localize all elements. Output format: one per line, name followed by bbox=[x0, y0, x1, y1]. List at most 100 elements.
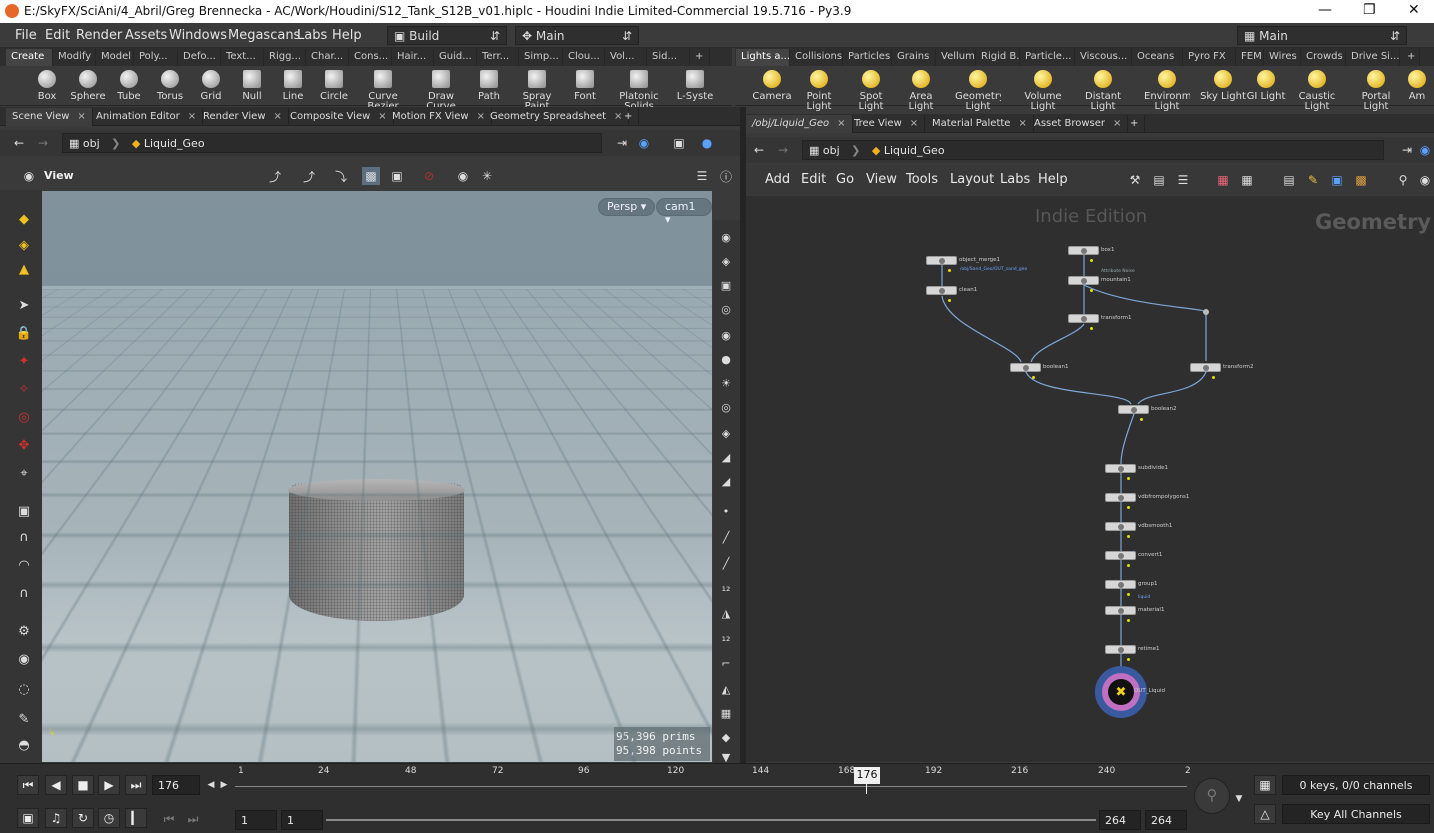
end-frame-field[interactable]: 264 bbox=[1099, 810, 1141, 830]
add-tab-icon[interactable]: + bbox=[1124, 115, 1145, 133]
shelf-tab-right-1[interactable]: Collisions bbox=[790, 49, 843, 66]
point-light-tool[interactable]: Point Light bbox=[796, 68, 842, 112]
minimize-icon[interactable]: — bbox=[1318, 2, 1332, 18]
left-tab-1[interactable]: Animation Editor × bbox=[90, 108, 203, 126]
viewer-option-icon-12[interactable]: ╱ bbox=[716, 526, 736, 548]
platonic-solids-tool[interactable]: Platonic Solids bbox=[616, 68, 662, 112]
right-tab-0[interactable]: /obj/Liquid_Geo × bbox=[746, 115, 853, 133]
range-end-icon[interactable]: ⏭ bbox=[184, 810, 202, 828]
dome-icon[interactable]: ◓ bbox=[12, 734, 36, 756]
no-entry-icon[interactable]: ⊘ bbox=[420, 167, 438, 185]
l-system-tool[interactable]: L-Syste bbox=[672, 68, 718, 102]
close-tab-icon[interactable]: × bbox=[1018, 118, 1026, 129]
gear-icon[interactable]: ⚙ bbox=[12, 620, 36, 642]
shelf-tab-11[interactable]: Terr... bbox=[477, 49, 519, 66]
close-tab-icon[interactable]: × bbox=[910, 118, 918, 129]
node-clean1[interactable] bbox=[926, 286, 957, 295]
viewer-option-icon-13[interactable]: ╱ bbox=[716, 552, 736, 574]
node-boolean1[interactable] bbox=[1010, 363, 1041, 372]
menu-labs[interactable]: Labs bbox=[297, 28, 327, 43]
box-icon[interactable]: ▩ bbox=[1352, 171, 1370, 189]
right-tab-1[interactable]: Tree View × bbox=[848, 115, 925, 133]
close-icon[interactable]: ✕ bbox=[1408, 2, 1420, 18]
viewer-option-icon-10[interactable]: ◢ bbox=[716, 470, 736, 492]
breadcrumb-obj[interactable]: obj bbox=[83, 137, 100, 150]
shelf-tab-right-8[interactable]: Oceans bbox=[1132, 49, 1183, 66]
environment-light-tool[interactable]: Environment Light bbox=[1144, 68, 1190, 112]
select-arrow-icon[interactable]: ➤ bbox=[12, 294, 36, 316]
network-menu-view[interactable]: View bbox=[866, 172, 897, 187]
cube-icon[interactable]: ▣ bbox=[670, 134, 688, 152]
viewer-option-icon-7[interactable]: ◎ bbox=[716, 396, 736, 418]
left-tab-5[interactable]: Geometry Spreadsheet × bbox=[484, 108, 629, 126]
shelf-tab-6[interactable]: Rigg... bbox=[264, 49, 306, 66]
shelf-tab-right-13[interactable]: Drive Si... bbox=[1346, 49, 1400, 66]
yellow-cube-icon[interactable]: ▲ bbox=[12, 258, 36, 280]
camera-button[interactable]: cam1 ▾ bbox=[656, 198, 712, 216]
snap-icon[interactable]: ⤴ bbox=[266, 167, 284, 185]
viewer-option-icon-14[interactable]: ₁₂ bbox=[716, 576, 736, 598]
draw-curve-tool[interactable]: Draw Curve bbox=[418, 68, 464, 112]
transform-mode-icon[interactable]: ⤵ bbox=[332, 167, 350, 185]
viewer-option-icon-1[interactable]: ◈ bbox=[716, 250, 736, 272]
viewer-option-icon-17[interactable]: ⌐ bbox=[716, 652, 736, 674]
ambient-light-tool[interactable]: Am bbox=[1400, 68, 1434, 102]
pan-icon[interactable]: ◌ bbox=[12, 678, 36, 700]
magnet-icon[interactable]: ∩ bbox=[12, 582, 36, 604]
handle-icon[interactable]: ◎ bbox=[12, 406, 36, 428]
brush-icon[interactable]: ◆ bbox=[12, 208, 36, 230]
grid-icon[interactable]: ▦ bbox=[1238, 171, 1256, 189]
viewer-option-icon-9[interactable]: ◢ bbox=[716, 446, 736, 468]
range-slider[interactable] bbox=[326, 819, 1096, 821]
view-icon[interactable]: ⌖ bbox=[12, 462, 36, 484]
box-tool[interactable]: Box bbox=[24, 68, 70, 102]
shelf-tab-1[interactable]: Modify bbox=[53, 49, 96, 66]
volume-light-tool[interactable]: Volume Light bbox=[1020, 68, 1066, 112]
link-icon[interactable]: ◉ bbox=[635, 134, 653, 152]
key-icon[interactable]: ⚲ bbox=[1194, 778, 1230, 814]
left-tab-3[interactable]: Composite View × bbox=[284, 108, 394, 126]
view-menu-icon[interactable]: ◉ bbox=[20, 167, 38, 185]
shelf-tab-right-4[interactable]: Vellum bbox=[936, 49, 976, 66]
network-breadcrumb[interactable]: ▦ obj ❯ ◆ Liquid_Geo bbox=[802, 140, 1384, 160]
shelf-tab-right-6[interactable]: Particle... bbox=[1020, 49, 1075, 66]
shelf-tab-right-9[interactable]: Pyro FX bbox=[1183, 49, 1236, 66]
menu-file[interactable]: File bbox=[15, 28, 37, 43]
desktop-right-select[interactable]: ▦ Main ⇵ bbox=[1237, 26, 1407, 45]
curve-bezier-tool[interactable]: Curve Bezier bbox=[360, 68, 406, 112]
node-convert1[interactable] bbox=[1105, 551, 1136, 560]
shelf-tab-right-12[interactable]: Crowds bbox=[1301, 49, 1346, 66]
viewer-option-icon-6[interactable]: ☀ bbox=[716, 372, 736, 394]
tube-tool[interactable]: Tube bbox=[106, 68, 152, 102]
shelf-tab-7[interactable]: Char... bbox=[306, 49, 349, 66]
shelf-tab-13[interactable]: Clou... bbox=[563, 49, 605, 66]
camera-tool[interactable]: Camera bbox=[749, 68, 795, 102]
chevron-down-icon[interactable]: ▼ bbox=[1230, 790, 1248, 808]
circle-tool[interactable]: Circle bbox=[311, 68, 357, 102]
close-tab-icon[interactable]: × bbox=[188, 111, 196, 122]
shelf-tab-right-11[interactable]: Wires bbox=[1264, 49, 1301, 66]
forward-arrow-icon[interactable]: → bbox=[34, 134, 52, 152]
snap-grid-icon[interactable]: ▣ bbox=[12, 500, 36, 522]
menu-render[interactable]: Render bbox=[76, 28, 122, 43]
node-mountain1[interactable] bbox=[1068, 276, 1099, 285]
node-transform2[interactable] bbox=[1190, 363, 1221, 372]
back-arrow-icon[interactable]: ← bbox=[750, 141, 768, 159]
zoom-icon[interactable]: ◉ bbox=[1416, 171, 1434, 189]
shelf-tab-14[interactable]: Vol... bbox=[605, 49, 647, 66]
end-frame-field-2[interactable]: 264 bbox=[1145, 810, 1187, 830]
torus-tool[interactable]: Torus bbox=[147, 68, 193, 102]
node-box1[interactable] bbox=[1068, 246, 1099, 255]
grid-tool[interactable]: Grid bbox=[188, 68, 234, 102]
persp-button[interactable]: Persp ▾ bbox=[598, 198, 655, 216]
network-menu-help[interactable]: Help bbox=[1038, 172, 1068, 187]
network-menu-go[interactable]: Go bbox=[836, 172, 854, 187]
step-forward-icon[interactable]: ▶ bbox=[215, 776, 233, 794]
color-palette-icon[interactable]: ▦ bbox=[1214, 171, 1232, 189]
line-tool[interactable]: Line bbox=[270, 68, 316, 102]
close-tab-icon[interactable]: × bbox=[274, 111, 282, 122]
shelf-tab-right-7[interactable]: Viscous... bbox=[1075, 49, 1132, 66]
playhead[interactable]: 176 bbox=[854, 767, 880, 784]
viewer-option-icon-15[interactable]: ◮ bbox=[716, 602, 736, 624]
viewer-option-icon-2[interactable]: ▣ bbox=[716, 274, 736, 296]
